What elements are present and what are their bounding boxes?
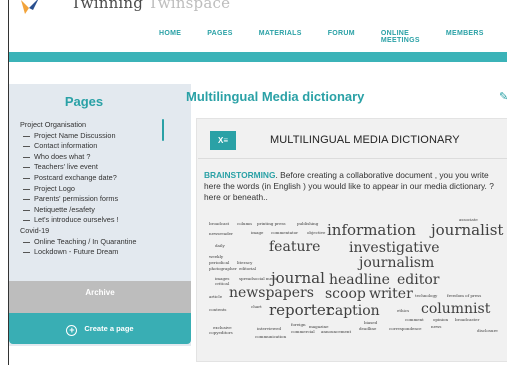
- edit-pencil-icon[interactable]: ✎: [499, 90, 507, 103]
- tree-item[interactable]: Parents' permission forms: [20, 194, 160, 205]
- cloud-word: communication: [255, 334, 287, 339]
- cloud-word: broadcast: [209, 221, 230, 226]
- cloud-word: periodical: [209, 260, 230, 265]
- cloud-word: broadcaster: [455, 317, 480, 322]
- cloud-word: disclosure: [477, 328, 498, 333]
- cloud-word: weekly: [209, 254, 224, 259]
- pages-sidebar: Pages Project Organisation Project Name …: [9, 84, 191, 346]
- tree-item[interactable]: Teachers' live event: [20, 162, 160, 173]
- tree-item[interactable]: Lockdown - Future Dream: [20, 247, 160, 258]
- cloud-word: image: [251, 230, 264, 235]
- sidebar-scrollbar[interactable]: [162, 119, 164, 141]
- cloud-word: column: [237, 221, 252, 226]
- cloud-word: journalist: [431, 221, 504, 239]
- cloud-word: literacy: [237, 260, 253, 265]
- tree-item[interactable]: Project Name Discussion: [20, 131, 160, 142]
- cloud-word: investigative: [349, 240, 440, 256]
- cloud-word: news: [431, 324, 442, 329]
- cloud-word: commercial: [291, 329, 315, 334]
- nav-home[interactable]: HOME: [159, 30, 181, 44]
- word-cloud: broadcast column printing press publishi…: [209, 217, 503, 343]
- cloud-word: correspondence: [389, 326, 422, 331]
- cloud-word: feature: [269, 239, 321, 255]
- cloud-word: caption: [327, 303, 380, 319]
- cloud-word: announcement: [321, 329, 352, 334]
- cloud-word: biased: [364, 320, 378, 325]
- nav-materials[interactable]: MATERIALS: [259, 30, 302, 44]
- cloud-word: interviewed: [257, 326, 281, 331]
- card-header: X≡ MULTILINGUAL MEDIA DICTIONARY: [198, 119, 507, 159]
- nav-online-meetings[interactable]: ONLINE MEETINGS: [381, 30, 420, 44]
- nav-members[interactable]: MEMBERS: [446, 30, 484, 44]
- cloud-word: daily: [215, 243, 225, 248]
- cloud-word: objective: [307, 230, 326, 235]
- cloud-word: newspapers: [229, 285, 314, 301]
- cloud-word: freedom of press: [447, 293, 482, 298]
- site-logo[interactable]: Twinning Twinspace: [9, 0, 309, 22]
- page-title: Multilingual Media dictionary: [186, 89, 365, 104]
- header-band: [9, 52, 507, 62]
- cloud-word: chart: [251, 304, 262, 309]
- cloud-word: contents: [209, 307, 227, 312]
- tree-section-covid[interactable]: Covid-19: [20, 226, 160, 237]
- cloud-word: spread: [239, 276, 253, 281]
- app-window: Twinning Twinspace HOME PAGES MATERIALS …: [8, 0, 507, 365]
- card-description: BRAINSTORMING. Before creating a collabo…: [204, 170, 494, 203]
- plus-circle-icon: +: [66, 325, 78, 336]
- cloud-word: scoop: [325, 286, 366, 302]
- tree-item[interactable]: Contact information: [20, 141, 160, 152]
- cloud-word: writer: [369, 286, 413, 302]
- cloud-word: newsreader: [209, 231, 233, 236]
- cloud-word: article: [209, 294, 223, 299]
- create-page-button[interactable]: + Create a page: [9, 313, 191, 344]
- cloud-word: commentator: [271, 230, 299, 235]
- page-tree: Project Organisation Project Name Discus…: [20, 120, 160, 258]
- nav-forum[interactable]: FORUM: [328, 30, 355, 44]
- tree-item[interactable]: Online Teaching / In Quarantine: [20, 237, 160, 248]
- cloud-word: deadline: [359, 326, 377, 331]
- tree-item[interactable]: Postcard exchange date?: [20, 173, 160, 184]
- excel-file-icon[interactable]: X≡: [210, 131, 236, 150]
- cloud-word: critical: [215, 281, 230, 286]
- tree-item[interactable]: Netiquette /esafety: [20, 205, 160, 216]
- tree-item[interactable]: Let's introduce ourselves !: [20, 215, 160, 226]
- logo-icon: [21, 0, 38, 14]
- cloud-word: comment: [405, 317, 424, 322]
- cloud-word: foreign: [291, 322, 306, 327]
- cloud-word: columnist: [421, 301, 491, 317]
- main-nav: HOME PAGES MATERIALS FORUM ONLINE MEETIN…: [159, 30, 507, 44]
- cloud-word: printing press: [257, 221, 286, 226]
- cloud-word: reporter: [269, 301, 333, 319]
- cloud-word: photographer: [209, 266, 237, 271]
- cloud-word: ethics: [397, 308, 410, 313]
- tree-item[interactable]: Who does what ?: [20, 152, 160, 163]
- sidebar-title: Pages: [64, 94, 104, 109]
- cloud-word: publishing: [297, 221, 319, 226]
- cloud-word: editorial: [239, 266, 257, 271]
- document-card: X≡ MULTILINGUAL MEDIA DICTIONARY BRAINST…: [196, 118, 507, 362]
- cloud-word: technology: [415, 293, 438, 298]
- archive-button[interactable]: Archive: [9, 281, 191, 313]
- logo-text: Twinning Twinspace: [71, 0, 231, 12]
- tree-item[interactable]: Project Logo: [20, 184, 160, 195]
- cloud-word: opinion: [433, 317, 449, 322]
- cloud-word: information: [327, 221, 416, 239]
- cloud-word: journalism: [359, 255, 435, 271]
- tree-section-project-organisation[interactable]: Project Organisation: [20, 120, 160, 131]
- cloud-word: copyeditors: [209, 330, 233, 335]
- card-title: MULTILINGUAL MEDIA DICTIONARY: [270, 134, 460, 146]
- nav-pages[interactable]: PAGES: [207, 30, 233, 44]
